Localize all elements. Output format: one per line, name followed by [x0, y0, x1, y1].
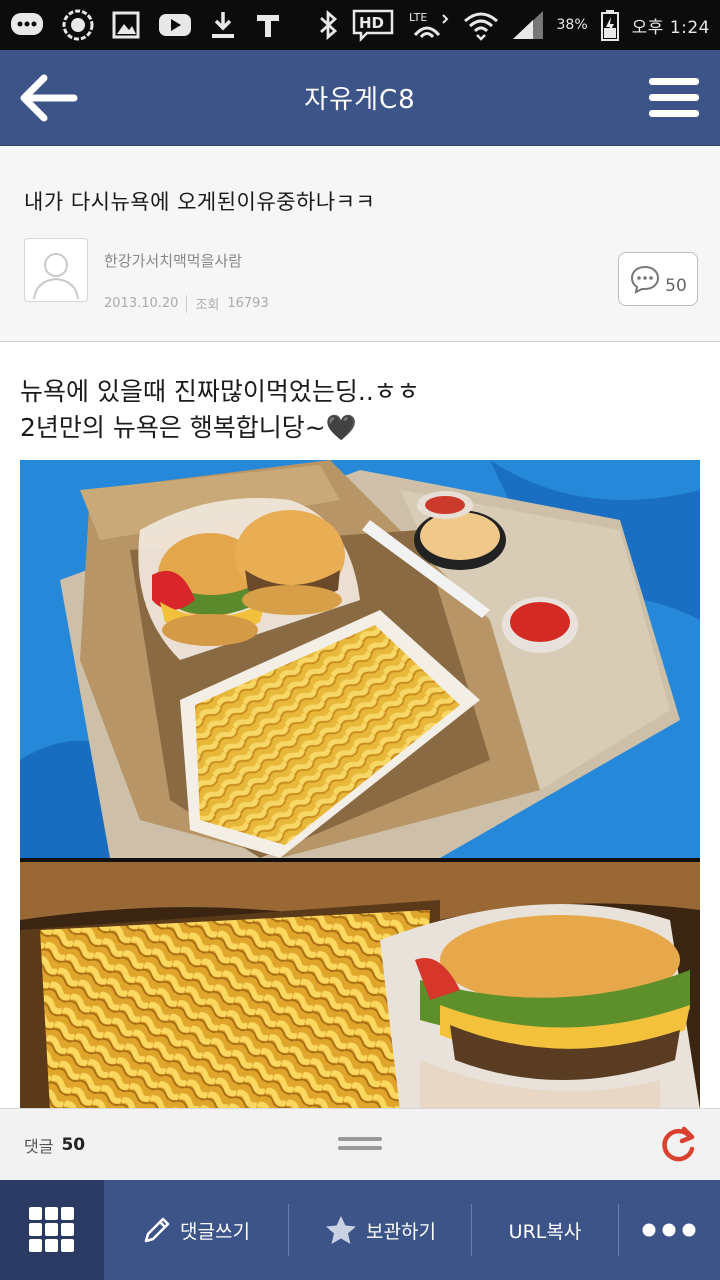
bottom-nav: 댓글쓰기 보관하기 URL복사 — [0, 1180, 720, 1280]
menu-button[interactable] — [644, 70, 704, 126]
grid-icon — [29, 1207, 74, 1252]
bookmark-label: 보관하기 — [366, 1220, 436, 1243]
more-dots-icon — [642, 1223, 696, 1237]
write-comment-button[interactable]: 댓글쓰기 — [104, 1180, 288, 1280]
handle-line — [338, 1137, 382, 1141]
comment-count-button[interactable]: 50 — [618, 252, 698, 306]
copy-url-button[interactable]: URL복사 — [472, 1180, 618, 1280]
star-icon — [326, 1216, 357, 1244]
back-button[interactable] — [16, 70, 80, 126]
page-title: 자유게C8 — [304, 85, 416, 115]
back-arrow-icon — [20, 74, 78, 122]
gallery-icon — [112, 11, 140, 39]
author-name[interactable]: 한강가서치맥먹을사람 — [104, 250, 242, 271]
hamburger-menu-icon — [649, 78, 699, 117]
post-body: 뉴욕에 있을때 진짜많이먹었는딩..ㅎㅎ 2년만의 뉴욕은 행복합니당~🖤 — [20, 374, 700, 446]
post-body-line: 2년만의 뉴욕은 행복합니당~🖤 — [20, 413, 357, 442]
post-image[interactable] — [20, 460, 700, 1110]
comment-count: 50 — [665, 276, 687, 296]
t-icon — [254, 11, 282, 39]
views-label: 조회 — [195, 298, 220, 313]
status-time: 오후 1:24 — [631, 17, 710, 38]
bookmark-button[interactable]: 보관하기 — [289, 1180, 471, 1280]
write-comment-label: 댓글쓰기 — [180, 1220, 250, 1243]
grid-menu-button[interactable] — [0, 1180, 104, 1280]
views-count: 16793 — [227, 296, 269, 311]
drag-handle[interactable] — [338, 1137, 382, 1153]
comment-bar: 댓글 50 — [0, 1108, 720, 1180]
post-meta: 2013.10.20 조회 16793 — [104, 294, 269, 313]
signal-icon — [511, 9, 545, 41]
post-date: 2013.10.20 — [104, 296, 179, 311]
handle-line — [338, 1146, 382, 1150]
bluetooth-icon — [317, 10, 339, 40]
battery-icon — [600, 9, 620, 41]
status-bar: HD LTE 38% 오후 1:24 — [0, 0, 720, 50]
chat-bubble-icon — [10, 12, 44, 38]
lte-icon: LTE — [407, 9, 451, 41]
more-button[interactable] — [619, 1180, 719, 1280]
refresh-icon — [662, 1126, 695, 1162]
youtube-icon — [158, 12, 192, 38]
svg-text:LTE: LTE — [409, 11, 427, 24]
copy-url-label: URL복사 — [508, 1220, 582, 1243]
speech-bubble-icon — [631, 265, 660, 294]
post-header: 내가 다시뉴욕에 오게된이유중하나ㅋㅋ 한강가서치맥먹을사람 2013.10.2… — [0, 146, 720, 342]
hd-icon: HD — [351, 8, 395, 42]
post-title: 내가 다시뉴욕에 오게된이유중하나ㅋㅋ — [24, 190, 376, 214]
comment-label: 댓글 — [24, 1136, 54, 1156]
svg-text:HD: HD — [359, 14, 384, 32]
comment-bar-count: 50 — [61, 1134, 86, 1155]
burger-fries-photo — [20, 460, 700, 1110]
refresh-button[interactable] — [656, 1123, 700, 1167]
meta-divider — [186, 294, 188, 313]
pencil-icon — [144, 1217, 170, 1243]
download-icon — [210, 10, 236, 40]
post-body-line: 뉴욕에 있을때 진짜많이먹었는딩..ㅎㅎ — [20, 377, 420, 406]
avatar[interactable] — [24, 238, 88, 302]
user-silhouette-icon — [33, 253, 79, 300]
wifi-icon — [463, 9, 499, 41]
camera-icon — [62, 9, 94, 41]
battery-percent: 38% — [556, 17, 588, 33]
app-header: 자유게C8 — [0, 50, 720, 146]
